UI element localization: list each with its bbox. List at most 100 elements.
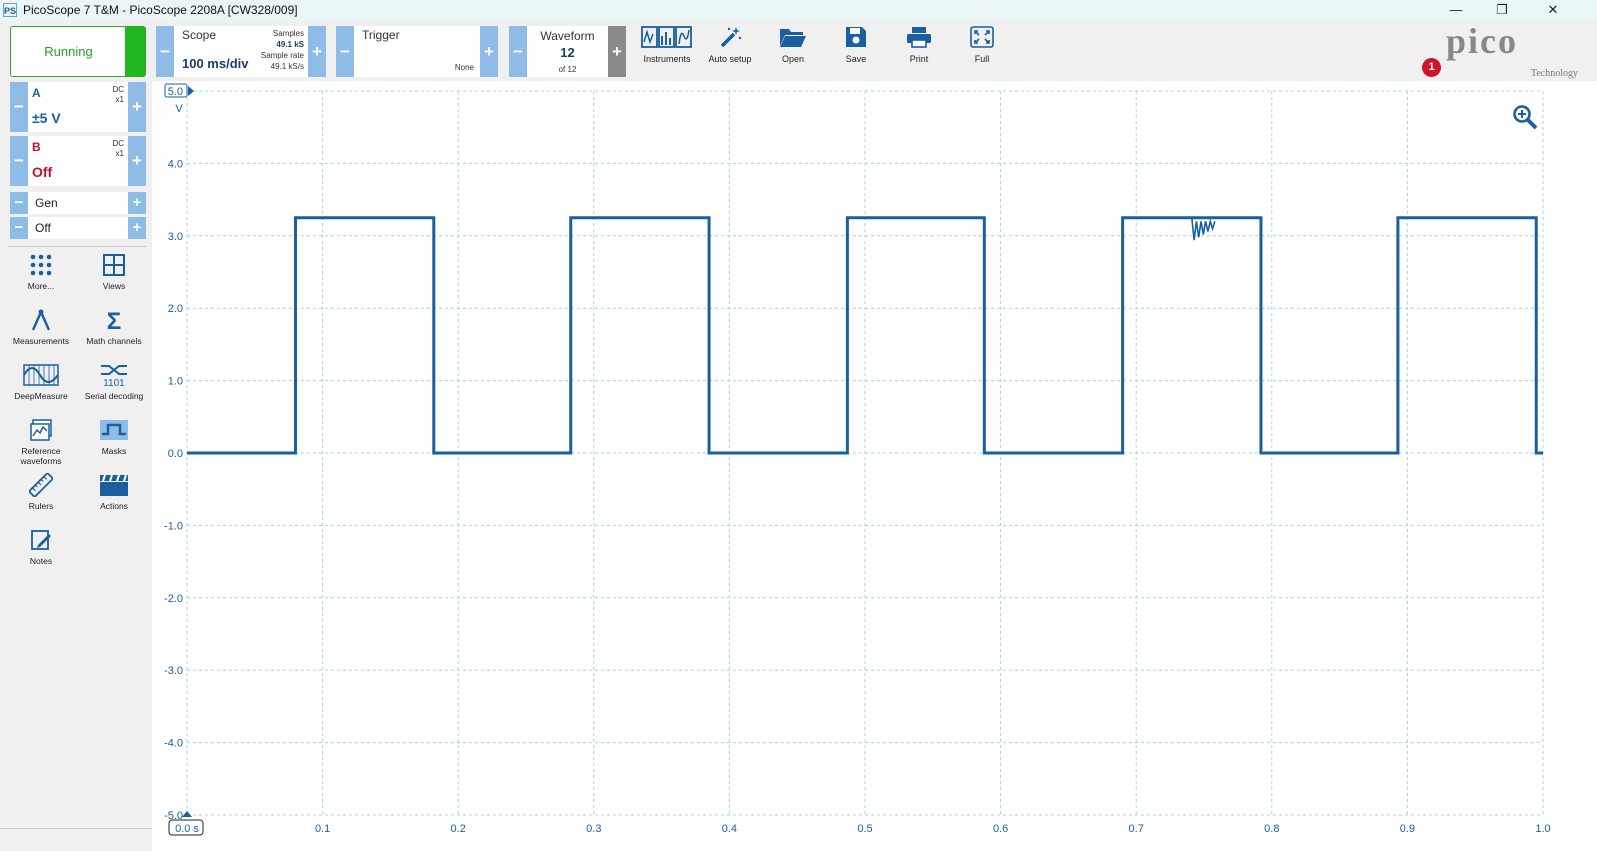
generator-increase-button[interactable]: + — [128, 192, 146, 214]
tool-serial-decoding[interactable]: 1101 Serial decoding — [77, 363, 151, 413]
y-tick-label: 2.0 — [168, 303, 183, 315]
tool-label: More... — [27, 281, 55, 291]
x-tick-label: 0.2 — [451, 823, 466, 835]
trigger-control[interactable]: − Trigger None + — [336, 26, 498, 77]
tool-views[interactable]: Views — [77, 253, 151, 303]
channel-b-name: B — [32, 140, 41, 154]
trigger-decrease-button[interactable]: − — [336, 26, 354, 77]
zoom-icon[interactable] — [1512, 104, 1538, 130]
waveform-previous-button[interactable]: − — [509, 26, 527, 77]
open-label: Open — [781, 54, 805, 64]
views-grid-icon — [103, 254, 125, 276]
pico-logo: pico Technology 1 — [1422, 21, 1584, 79]
auto-setup-label: Auto setup — [708, 54, 752, 64]
fullscreen-button[interactable]: Full — [952, 26, 1012, 76]
y-tick-label: 0.0 — [168, 448, 183, 460]
samples-info: Samples 49.1 kS Sample rate 49.1 kS/s — [260, 29, 304, 71]
tool-label: Reference waveforms — [20, 446, 62, 466]
tool-math-channels[interactable]: Σ Math channels — [77, 308, 151, 358]
maximize-button[interactable]: ❐ — [1479, 0, 1525, 20]
trigger-increase-button[interactable]: + — [480, 26, 498, 77]
save-button[interactable]: Save — [826, 26, 886, 76]
svg-text:1101: 1101 — [103, 378, 125, 387]
channel-a-control[interactable]: − A DC x1 ±5 V + — [10, 82, 146, 132]
panel-divider — [8, 246, 146, 247]
waveform-label: Waveform — [540, 29, 595, 43]
masks-icon — [100, 420, 128, 440]
generator-state-increase-button[interactable]: + — [128, 217, 146, 239]
window-title: PicoScope 7 T&M - PicoScope 2208A [CW328… — [23, 3, 298, 17]
tool-label: Notes — [29, 556, 53, 566]
sigma-icon: Σ — [107, 308, 121, 332]
channel-b-control[interactable]: − B DC x1 Off + — [10, 136, 146, 186]
minimize-button[interactable]: — — [1433, 0, 1479, 20]
x-tick-label: 0.3 — [586, 823, 601, 835]
tool-label: Math channels — [86, 336, 142, 346]
trigger-mode: None — [454, 63, 474, 72]
pico-logo-subtitle: Technology — [1530, 68, 1578, 79]
pico-logo-word: pico — [1446, 21, 1519, 61]
x-tick-label: 0.7 — [1129, 823, 1144, 835]
tool-notes[interactable]: Notes — [4, 528, 78, 578]
save-disk-icon — [846, 27, 866, 47]
channel-a-coupling: DC x1 — [112, 85, 124, 104]
deepmeasure-icon — [23, 364, 59, 386]
fullscreen-icon — [970, 26, 994, 48]
app-icon: PS — [3, 3, 17, 17]
generator-control[interactable]: − Gen + — [10, 192, 146, 214]
y-tick-label: -1.0 — [164, 520, 183, 532]
channel-b-decrease-button[interactable]: − — [10, 136, 28, 186]
tool-rulers[interactable]: Rulers — [4, 473, 78, 523]
tool-masks[interactable]: Masks — [77, 418, 151, 468]
tool-reference-waveforms[interactable]: Reference waveforms — [4, 418, 78, 468]
channel-a-glitch — [1191, 217, 1216, 241]
y-tick-label: -3.0 — [164, 665, 183, 677]
tool-label: Measurements — [12, 336, 70, 346]
print-label: Print — [909, 54, 929, 64]
y-tick-label: 3.0 — [168, 231, 183, 243]
scope-control[interactable]: − Scope 100 ms/div Samples 49.1 kS Sample … — [156, 26, 326, 77]
run-status-label: Running — [44, 44, 93, 59]
timebase-decrease-button[interactable]: − — [156, 26, 174, 77]
svg-text:Σ: Σ — [107, 308, 121, 332]
channel-a-increase-button[interactable]: + — [128, 82, 146, 132]
tool-label: Actions — [100, 501, 128, 511]
y-tick-label: -4.0 — [164, 738, 183, 750]
generator-state-control[interactable]: − Off + — [10, 217, 146, 239]
y-tick-label: 4.0 — [168, 158, 183, 170]
waveform-next-button[interactable]: + — [608, 26, 626, 77]
y-tick-label: -2.0 — [164, 593, 183, 605]
scope-plot[interactable]: 5.04.03.02.01.00.0-1.0-2.0-3.0-4.0-5.0V0… — [152, 81, 1597, 851]
tool-deepmeasure[interactable]: DeepMeasure — [4, 363, 78, 413]
auto-setup-button[interactable]: Auto setup — [700, 26, 760, 76]
open-button[interactable]: Open — [763, 26, 823, 76]
tool-actions[interactable]: Actions — [77, 473, 151, 523]
tool-more[interactable]: More... — [4, 253, 78, 303]
channel-b-increase-button[interactable]: + — [128, 136, 146, 186]
scope-label: Scope — [182, 28, 217, 42]
reference-waveforms-icon — [30, 419, 52, 441]
left-panel: Running − A DC x1 ±5 V + − B DC x1 Off + −… — [0, 20, 152, 851]
clapper-icon — [100, 474, 128, 496]
generator-state-decrease-button[interactable]: − — [10, 217, 28, 239]
notification-badge[interactable]: 1 — [1422, 58, 1441, 77]
timebase-increase-button[interactable]: + — [308, 26, 326, 77]
instruments-button[interactable]: Instruments — [637, 26, 697, 76]
waveform-current: 12 — [560, 45, 575, 60]
close-button[interactable]: ✕ — [1530, 0, 1576, 20]
ruler-icon — [29, 473, 53, 497]
picoscope-window: PS PicoScope 7 T&M - PicoScope 2208A [CW… — [0, 0, 1597, 851]
generator-decrease-button[interactable]: − — [10, 192, 28, 214]
tool-label: Rulers — [28, 501, 54, 511]
y-tick-label: 1.0 — [168, 376, 183, 388]
run-stop-button[interactable]: Running — [10, 26, 146, 77]
channel-a-decrease-button[interactable]: − — [10, 82, 28, 132]
x-tick-label: 1.0 — [1535, 823, 1550, 835]
waveform-total: of 12 — [558, 65, 577, 74]
timebase-value: 100 ms/div — [182, 56, 249, 71]
channel-b-range: Off — [32, 164, 53, 180]
waveform-control[interactable]: − Waveform 12 of 12 + — [509, 26, 626, 77]
print-button[interactable]: Print — [889, 26, 949, 76]
tool-measurements[interactable]: Measurements — [4, 308, 78, 358]
printer-icon — [907, 27, 931, 48]
